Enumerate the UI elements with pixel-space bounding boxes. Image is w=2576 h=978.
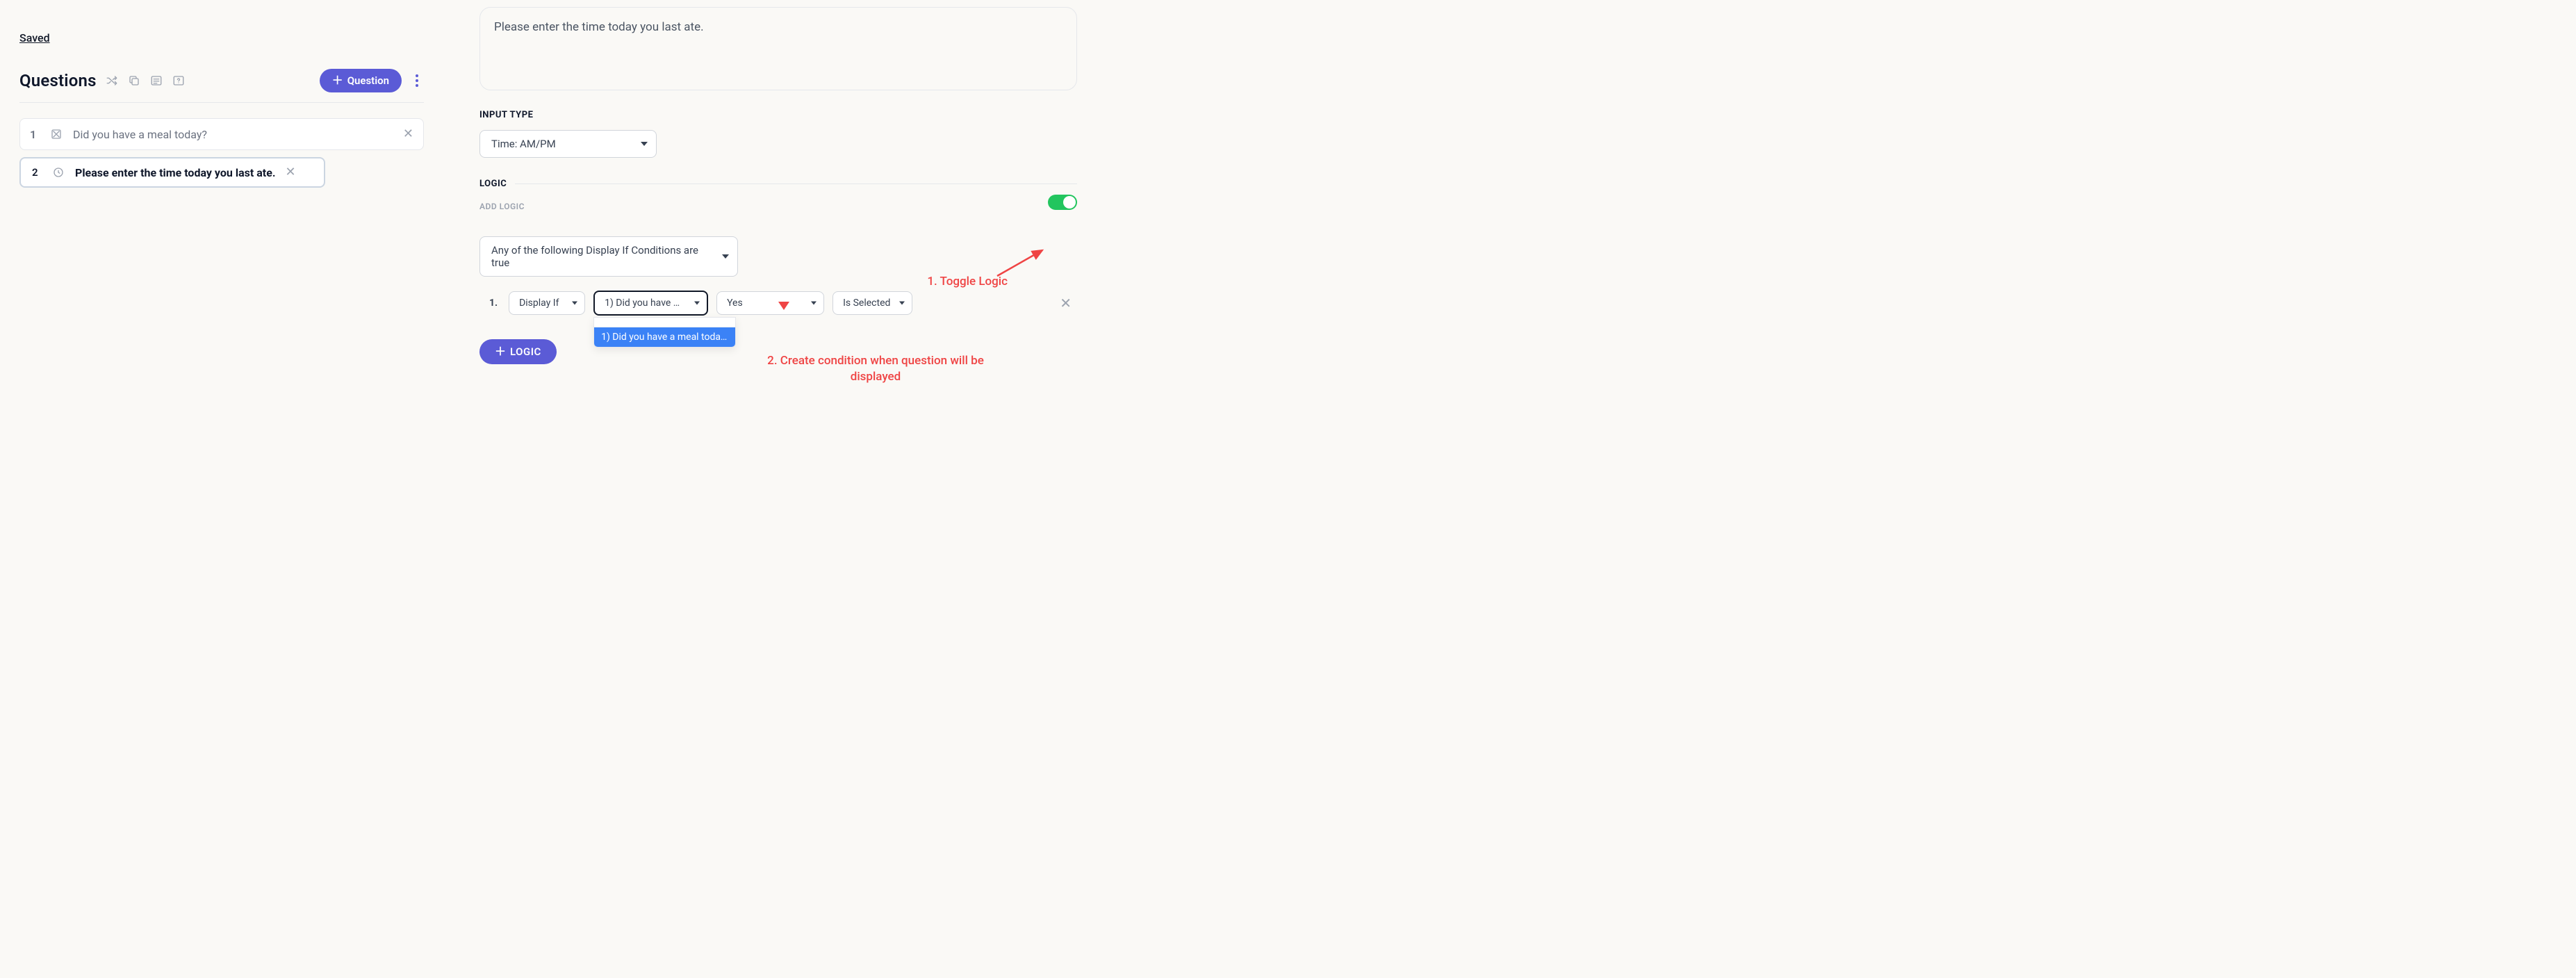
question-text: Please enter the time today you last ate… <box>75 166 276 179</box>
logic-section-label: LOGIC <box>479 179 507 189</box>
condition-mode-select[interactable]: Any of the following Display If Conditio… <box>479 236 738 277</box>
chevron-down-icon <box>899 302 905 305</box>
input-type-select[interactable]: Time: AM/PM <box>479 130 657 158</box>
condition-question-value: 1) Did you have a m… <box>605 298 684 309</box>
help-icon[interactable] <box>172 74 186 88</box>
input-type-label: INPUT TYPE <box>479 110 1077 120</box>
condition-value-select[interactable]: Yes <box>716 291 824 315</box>
question-row-2[interactable]: 2 Please enter the time today you last a… <box>19 157 325 188</box>
condition-value: Yes <box>727 298 743 309</box>
condition-row: 1. Display If 1) Did you have a m… 1) Di… <box>479 291 1077 316</box>
choice-icon <box>49 127 63 141</box>
condition-action-value: Display If <box>519 298 559 309</box>
chevron-down-icon <box>641 142 648 146</box>
questions-title: Questions <box>19 71 97 90</box>
plus-icon: ＋ <box>495 346 506 357</box>
condition-operator-value: Is Selected <box>843 298 890 309</box>
dropdown-option[interactable]: 1) Did you have a meal today? <box>594 327 735 347</box>
questions-header: Questions ＋ Question <box>19 69 424 103</box>
add-logic-button-label: LOGIC <box>510 345 541 358</box>
copy-icon[interactable] <box>127 74 141 88</box>
input-type-value: Time: AM/PM <box>491 138 556 150</box>
plus-icon: ＋ <box>332 75 343 86</box>
condition-operator-select[interactable]: Is Selected <box>832 291 912 315</box>
remove-question-icon[interactable]: ✕ <box>286 166 296 179</box>
add-logic-label: ADD LOGIC <box>479 202 525 211</box>
more-menu-icon[interactable] <box>410 74 424 88</box>
question-index: 2 <box>32 166 42 179</box>
add-logic-button[interactable]: ＋ LOGIC <box>479 339 557 364</box>
shuffle-icon[interactable] <box>105 74 119 88</box>
saved-link[interactable]: Saved <box>19 31 50 44</box>
logic-toggle[interactable] <box>1048 195 1077 210</box>
remove-question-icon[interactable]: ✕ <box>403 128 413 140</box>
question-row-1[interactable]: 1 Did you have a meal today? ✕ <box>19 118 424 150</box>
question-text: Did you have a meal today? <box>73 128 393 141</box>
condition-action-select[interactable]: Display If <box>509 291 585 315</box>
question-index: 1 <box>30 128 40 141</box>
condition-mode-value: Any of the following Display If Conditio… <box>491 244 709 269</box>
chevron-down-icon <box>722 254 729 259</box>
condition-question-select[interactable]: 1) Did you have a m… <box>593 291 708 316</box>
toggle-knob <box>1063 196 1076 209</box>
add-question-label: Question <box>347 74 389 87</box>
list-icon[interactable] <box>149 74 163 88</box>
chevron-down-icon <box>572 302 577 305</box>
question-prompt-editor[interactable]: Please enter the time today you last ate… <box>479 7 1077 90</box>
remove-condition-icon[interactable]: ✕ <box>1060 295 1072 311</box>
add-question-button[interactable]: ＋ Question <box>320 69 402 92</box>
question-prompt-text: Please enter the time today you last ate… <box>494 20 704 34</box>
clock-icon <box>51 165 65 179</box>
condition-question-dropdown: 1) Did you have a meal today? <box>593 317 736 348</box>
chevron-down-icon <box>694 302 700 305</box>
chevron-down-icon <box>811 302 817 305</box>
dropdown-blank-row[interactable] <box>594 318 735 327</box>
condition-number: 1. <box>489 298 498 309</box>
